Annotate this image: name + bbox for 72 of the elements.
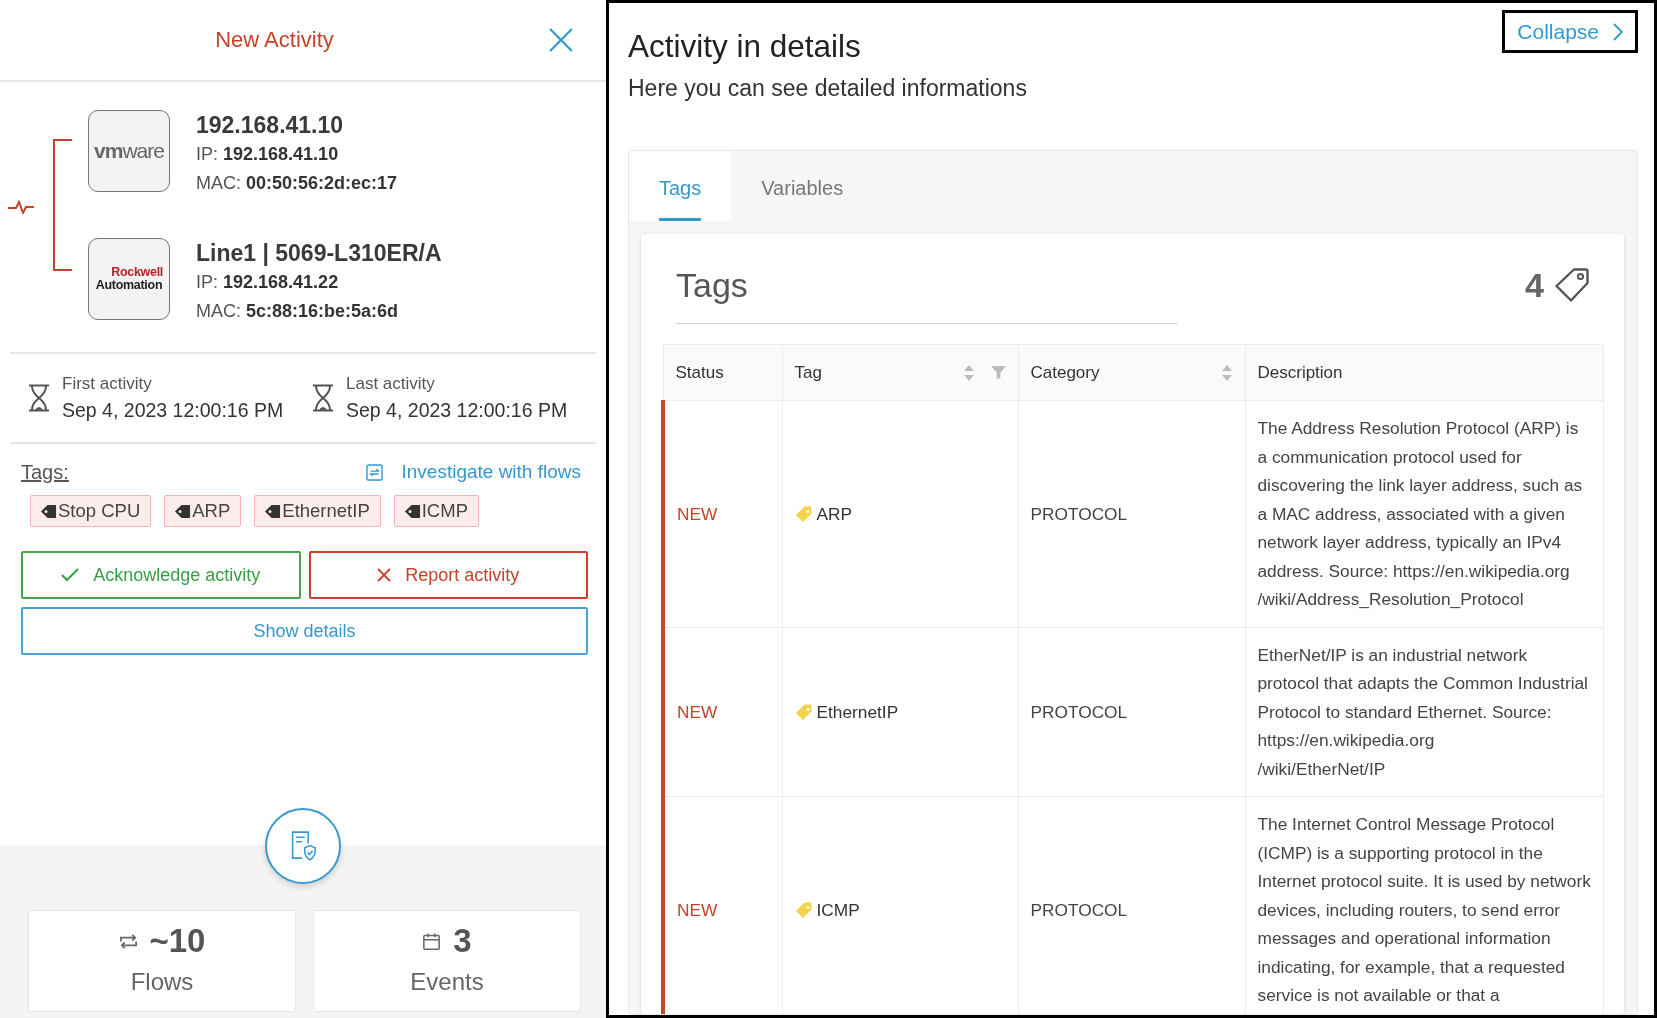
tag-label: EthernetIP <box>282 500 370 522</box>
panel-title: New Activity <box>214 27 335 53</box>
show-details-button[interactable]: Show details <box>21 607 588 655</box>
activity-time: Sep 4, 2023 12:00:16 PM <box>346 398 568 423</box>
tab[interactable]: Variables <box>731 151 874 221</box>
tag-icon <box>794 702 813 721</box>
stat-value: ~10 <box>149 921 206 961</box>
table-cell: PROTOCOL <box>1018 627 1245 797</box>
stat-label: Flows <box>130 967 194 997</box>
tag-label: ARP <box>192 500 231 522</box>
column-label: Tag <box>794 362 823 383</box>
chevron-right-icon <box>1613 22 1623 41</box>
sort-icon[interactable] <box>962 363 975 382</box>
card-title: Tags <box>676 234 1178 324</box>
status-cell: NEW <box>663 400 782 627</box>
logo-text: Automation <box>95 279 163 292</box>
tab[interactable]: Tags <box>629 151 732 221</box>
tag-name: ICMP <box>816 898 860 922</box>
activity-label: Last activity <box>346 373 436 395</box>
swap-arrows-icon <box>118 932 138 950</box>
collapse-button[interactable]: Collapse <box>1502 10 1638 53</box>
close-button[interactable] <box>549 28 573 52</box>
tag-outline-icon <box>1554 267 1590 303</box>
table-cell: The Address Resolution Protocol (ARP) is a communication protocol used for discovering the link layer address, such as a MAC address, associated with a given network layer address, typically an IPv4 address. Source: https://en.wikipedia.org /wiki/Address_Resolution_Protocol <box>1245 400 1604 627</box>
column-label: Description <box>1257 362 1344 383</box>
logo-text: vmware <box>94 139 164 163</box>
arrows-square-icon <box>366 463 384 481</box>
tag-icon <box>794 504 813 523</box>
tag-icon <box>264 502 282 520</box>
device-detail: IP: 192.168.41.10 <box>196 143 340 166</box>
device-name: Line1 | 5069-L310ER/A <box>196 239 442 268</box>
device-detail: MAC: 5c:88:16:be:5a:6d <box>196 300 400 323</box>
stat-value: 3 <box>453 921 472 961</box>
device-name: 192.168.41.10 <box>196 111 345 140</box>
column-label: Category <box>1030 362 1101 383</box>
close-icon <box>377 568 392 582</box>
tag-label: Stop CPU <box>58 500 141 522</box>
tag-name: ARP <box>816 502 853 526</box>
device-detail: IP: 192.168.41.22 <box>196 271 340 294</box>
hourglass-icon <box>312 384 334 412</box>
calendar-icon <box>422 932 442 950</box>
close-icon <box>549 28 573 52</box>
tag-icon <box>40 502 57 520</box>
device-detail: MAC: 00:50:56:2d:ec:17 <box>196 172 398 195</box>
hourglass-icon <box>28 384 50 412</box>
acknowledge-button[interactable]: Acknowledge activity <box>21 551 301 599</box>
tag-icon <box>794 900 813 919</box>
details-title: Activity in details <box>628 28 862 64</box>
column-label: Status <box>675 362 725 383</box>
document-shield-icon <box>290 831 316 861</box>
tag-icon <box>403 502 421 520</box>
filter-icon[interactable] <box>990 366 1006 379</box>
investigate-link[interactable]: Investigate with flows <box>366 461 581 483</box>
report-button[interactable]: Report activity <box>308 551 588 599</box>
pulse-icon <box>8 200 34 214</box>
tag-label: ICMP <box>421 500 468 522</box>
tag-name: EthernetIP <box>816 700 899 724</box>
status-cell: NEW <box>663 627 782 797</box>
details-subtitle: Here you can see detailed informations <box>628 74 1027 103</box>
document-shield-button[interactable] <box>265 808 341 884</box>
table-cell: PROTOCOL <box>1018 400 1245 627</box>
tag-icon <box>174 502 192 520</box>
tags-label: Tags: <box>21 460 69 485</box>
logo-text: Rockwell <box>111 266 163 279</box>
stat-label: Events <box>410 967 484 997</box>
status-cell: NEW <box>663 796 782 1014</box>
activity-time: Sep 4, 2023 12:00:16 PM <box>62 398 284 423</box>
check-icon <box>61 568 80 582</box>
tag-count: 4 <box>1525 265 1544 306</box>
sort-icon[interactable] <box>1220 363 1233 382</box>
table-cell: EtherNet/IP is an industrial network protocol that adapts the Common Industrial Protocol to standard Ethernet. Source: https://en.wikipedia.org /wiki/EtherNet/IP <box>1245 627 1604 797</box>
activity-label: First activity <box>62 373 153 395</box>
